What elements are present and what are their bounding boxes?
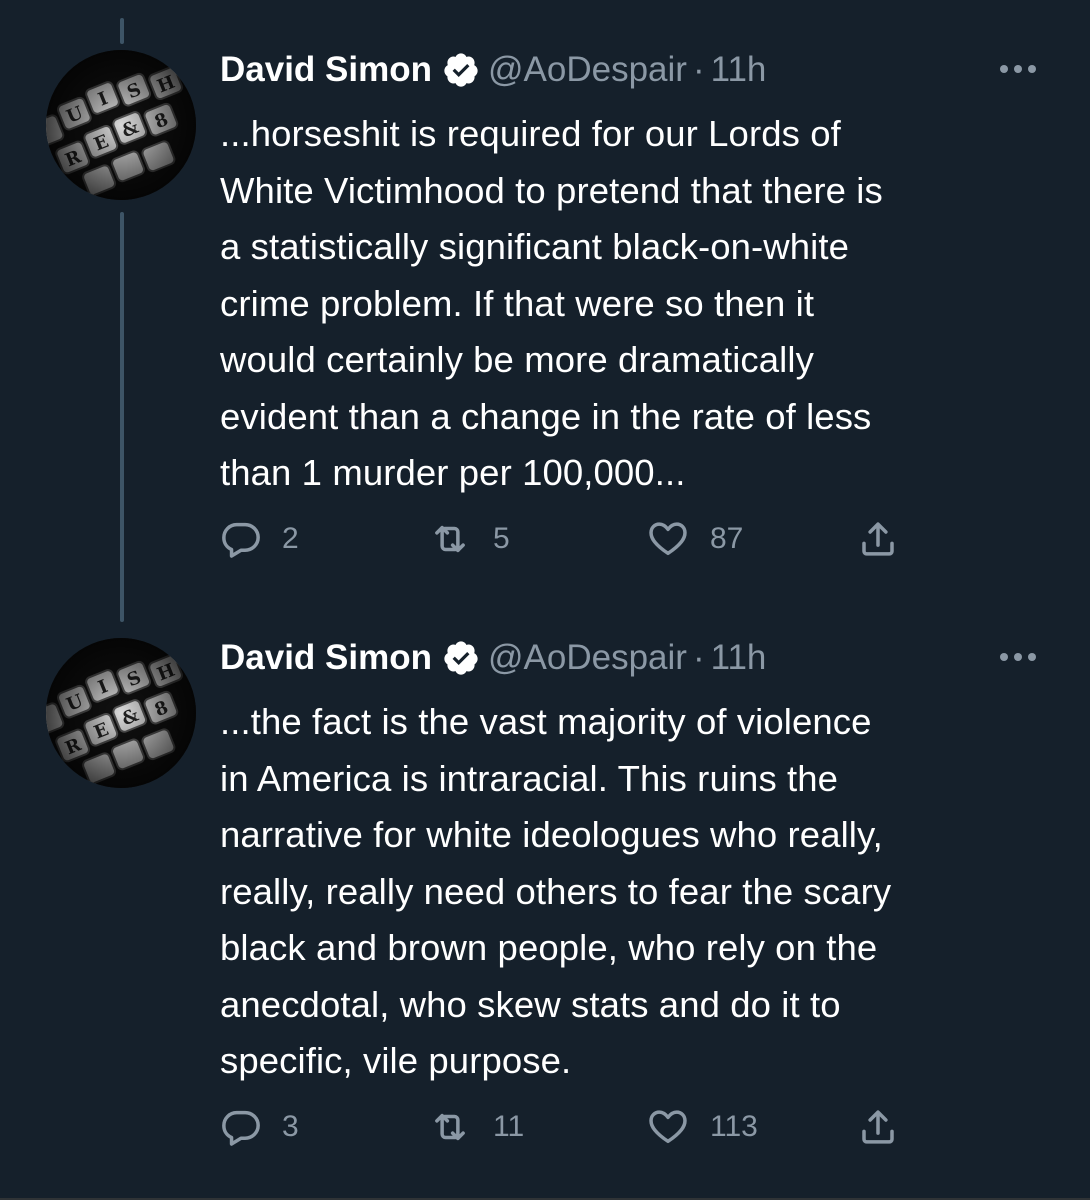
avatar[interactable]: U I S H R E & 8: [46, 50, 196, 200]
tweet-content: David Simon @AoDespair · 11h ...: [220, 636, 1060, 1090]
like-icon: [646, 1106, 690, 1148]
handle[interactable]: @AoDespair: [488, 50, 687, 90]
retweet-button[interactable]: 11: [427, 1102, 524, 1152]
avatar[interactable]: U I S H R E & 8: [46, 638, 196, 788]
retweet-button[interactable]: 5: [427, 514, 510, 564]
tweet-header: David Simon @AoDespair · 11h: [220, 48, 1060, 92]
reply-count: 3: [282, 1110, 299, 1143]
reply-icon: [220, 1106, 262, 1148]
display-name[interactable]: David Simon: [220, 50, 432, 90]
handle[interactable]: @AoDespair: [488, 638, 687, 678]
tweet-content: David Simon @AoDespair · 11h ...: [220, 48, 1060, 502]
like-count: 87: [710, 522, 744, 555]
tweet-actions: 2 5 87: [220, 514, 920, 564]
tweet-header: David Simon @AoDespair · 11h: [220, 636, 1060, 680]
avatar-typewriter-image: U I S H R E & 8: [46, 638, 196, 788]
retweet-count: 11: [493, 1110, 525, 1143]
like-icon: [646, 518, 690, 560]
separator-dot: ·: [692, 638, 705, 677]
share-button[interactable]: [856, 1102, 900, 1152]
reply-count: 2: [282, 522, 299, 555]
retweet-count: 5: [493, 522, 510, 555]
retweet-icon: [427, 1106, 473, 1148]
share-button[interactable]: [856, 514, 900, 564]
reply-button[interactable]: 2: [220, 514, 299, 564]
tweet-text: ...the fact is the vast majority of viol…: [220, 701, 892, 1081]
more-options-icon[interactable]: [996, 642, 1040, 672]
avatar-typewriter-image: U I S H R E & 8: [46, 50, 196, 200]
timestamp[interactable]: 11h: [711, 50, 767, 90]
like-button[interactable]: 113: [646, 1102, 758, 1152]
thread-line-top: [120, 18, 124, 44]
tweet-thread: U I S H R E & 8 David Simon: [0, 0, 1090, 1200]
tweet-text: ...horseshit is required for our Lords o…: [220, 113, 883, 493]
tweet-actions: 3 11 113: [220, 1102, 920, 1152]
display-name[interactable]: David Simon: [220, 638, 432, 678]
share-icon: [856, 518, 900, 560]
like-count: 113: [710, 1110, 758, 1143]
more-options-icon[interactable]: [996, 54, 1040, 84]
share-icon: [856, 1106, 900, 1148]
thread-connector: [120, 212, 124, 622]
separator-dot: ·: [692, 50, 705, 89]
reply-button[interactable]: 3: [220, 1102, 299, 1152]
reply-icon: [220, 518, 262, 560]
verified-badge-icon: [442, 51, 480, 89]
timestamp[interactable]: 11h: [711, 638, 767, 678]
retweet-icon: [427, 518, 473, 560]
verified-badge-icon: [442, 639, 480, 677]
like-button[interactable]: 87: [646, 514, 743, 564]
